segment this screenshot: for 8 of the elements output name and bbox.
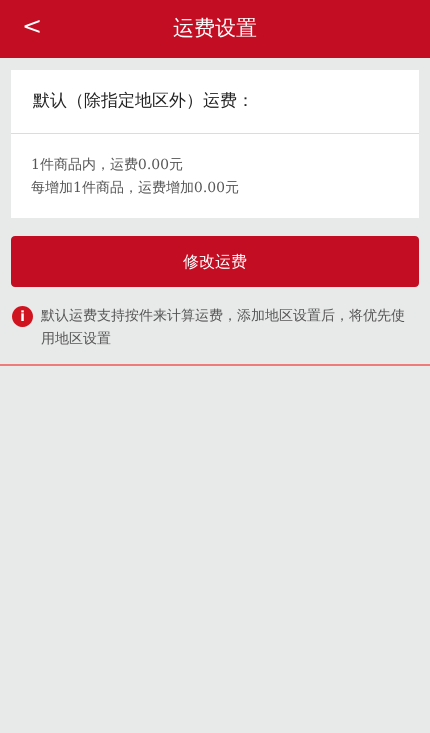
fee-text: 1件商品内，运费0.00元 xyxy=(31,156,184,175)
page-title: 运费设置 xyxy=(173,15,257,42)
fee-text: 每增加1件商品，运费增加0.00元 xyxy=(31,179,240,198)
edit-fee-button[interactable]: 修改运费 xyxy=(11,236,419,288)
info-icon: i xyxy=(12,306,33,328)
back-button[interactable]: < xyxy=(18,12,46,41)
section-title: 默认（除指定地区外）运费： xyxy=(11,70,419,134)
notice-text: 默认运费支持按件来计算运费，添加地区设置后，将优先使用地区设置 xyxy=(41,307,406,349)
